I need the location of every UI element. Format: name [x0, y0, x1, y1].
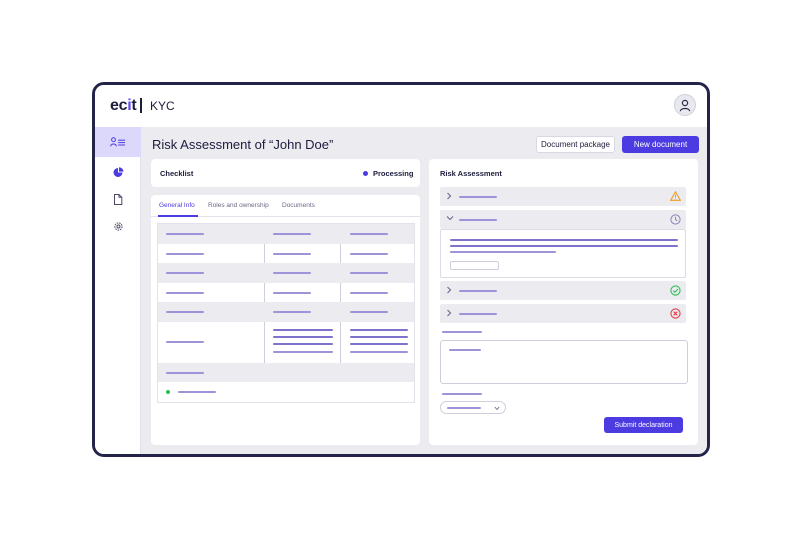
checklist-card: Checklist Processing	[151, 159, 420, 187]
risk-item[interactable]	[440, 187, 686, 206]
status-indicator	[166, 390, 170, 394]
user-avatar[interactable]	[674, 94, 696, 116]
chevron-down-icon	[446, 216, 454, 221]
general-info-table	[157, 223, 415, 403]
status-label: Processing	[373, 169, 414, 178]
new-document-button[interactable]: New document	[622, 136, 699, 153]
document-package-button[interactable]: Document package	[536, 136, 615, 153]
table-row	[158, 283, 414, 303]
checklist-title: Checklist	[160, 169, 194, 178]
app-window: ecit KYC Risk Assessment of “John Doe” D…	[92, 82, 710, 457]
chevron-down-icon	[494, 406, 500, 411]
gear-icon	[113, 221, 123, 231]
tab-documents[interactable]: Documents	[282, 202, 315, 209]
chevron-right-icon	[447, 192, 452, 200]
sidebar-item-clients[interactable]	[95, 127, 141, 157]
field-label	[442, 331, 482, 333]
sidebar-item-analytics[interactable]	[95, 157, 141, 187]
chevron-right-icon	[447, 286, 452, 294]
comment-textarea[interactable]	[440, 340, 688, 384]
chevron-right-icon	[447, 309, 452, 317]
field-label	[442, 393, 482, 395]
table-row	[158, 322, 414, 363]
top-bar: ecit KYC	[95, 85, 707, 127]
tab-general-info[interactable]: General Info	[159, 202, 195, 209]
risk-assessment-title: Risk Assessment	[440, 169, 502, 178]
table-row	[158, 244, 414, 264]
risk-item[interactable]	[440, 304, 686, 323]
warning-icon	[670, 191, 681, 201]
active-tab-indicator	[158, 215, 198, 217]
main-content: Risk Assessment of “John Doe” Document p…	[141, 127, 707, 454]
pie-chart-icon	[113, 166, 123, 177]
error-circle-icon	[670, 308, 681, 319]
risk-item[interactable]	[440, 281, 686, 300]
risk-assessment-card: Risk Assessment Submit declaration	[429, 159, 698, 445]
sidebar	[95, 127, 141, 454]
tab-roles-and-ownership[interactable]: Roles and ownership	[208, 202, 269, 209]
checklist-details-card: General Info Roles and ownership Documen…	[151, 195, 420, 445]
ecit-logo: ecit	[110, 97, 137, 114]
document-icon	[114, 193, 123, 205]
risk-select[interactable]	[440, 401, 506, 414]
table-row	[158, 224, 414, 244]
check-circle-icon	[670, 285, 681, 296]
checklist-tabs: General Info Roles and ownership Documen…	[151, 195, 420, 217]
table-row	[158, 263, 414, 283]
page-title: Risk Assessment of “John Doe”	[152, 137, 334, 152]
clock-icon	[670, 214, 681, 225]
sidebar-item-settings[interactable]	[95, 211, 141, 241]
risk-item-details	[440, 229, 686, 278]
submit-declaration-button[interactable]: Submit declaration	[604, 417, 683, 433]
user-list-icon	[110, 137, 125, 147]
risk-item-expanded[interactable]	[440, 210, 686, 229]
table-row	[158, 362, 414, 382]
detail-input[interactable]	[450, 261, 499, 270]
app-name: KYC	[150, 99, 175, 113]
table-row	[158, 382, 414, 402]
table-row	[158, 302, 414, 322]
sidebar-item-documents[interactable]	[95, 184, 141, 214]
logo-divider	[140, 98, 142, 113]
status-dot	[363, 171, 368, 176]
user-icon	[679, 99, 691, 111]
